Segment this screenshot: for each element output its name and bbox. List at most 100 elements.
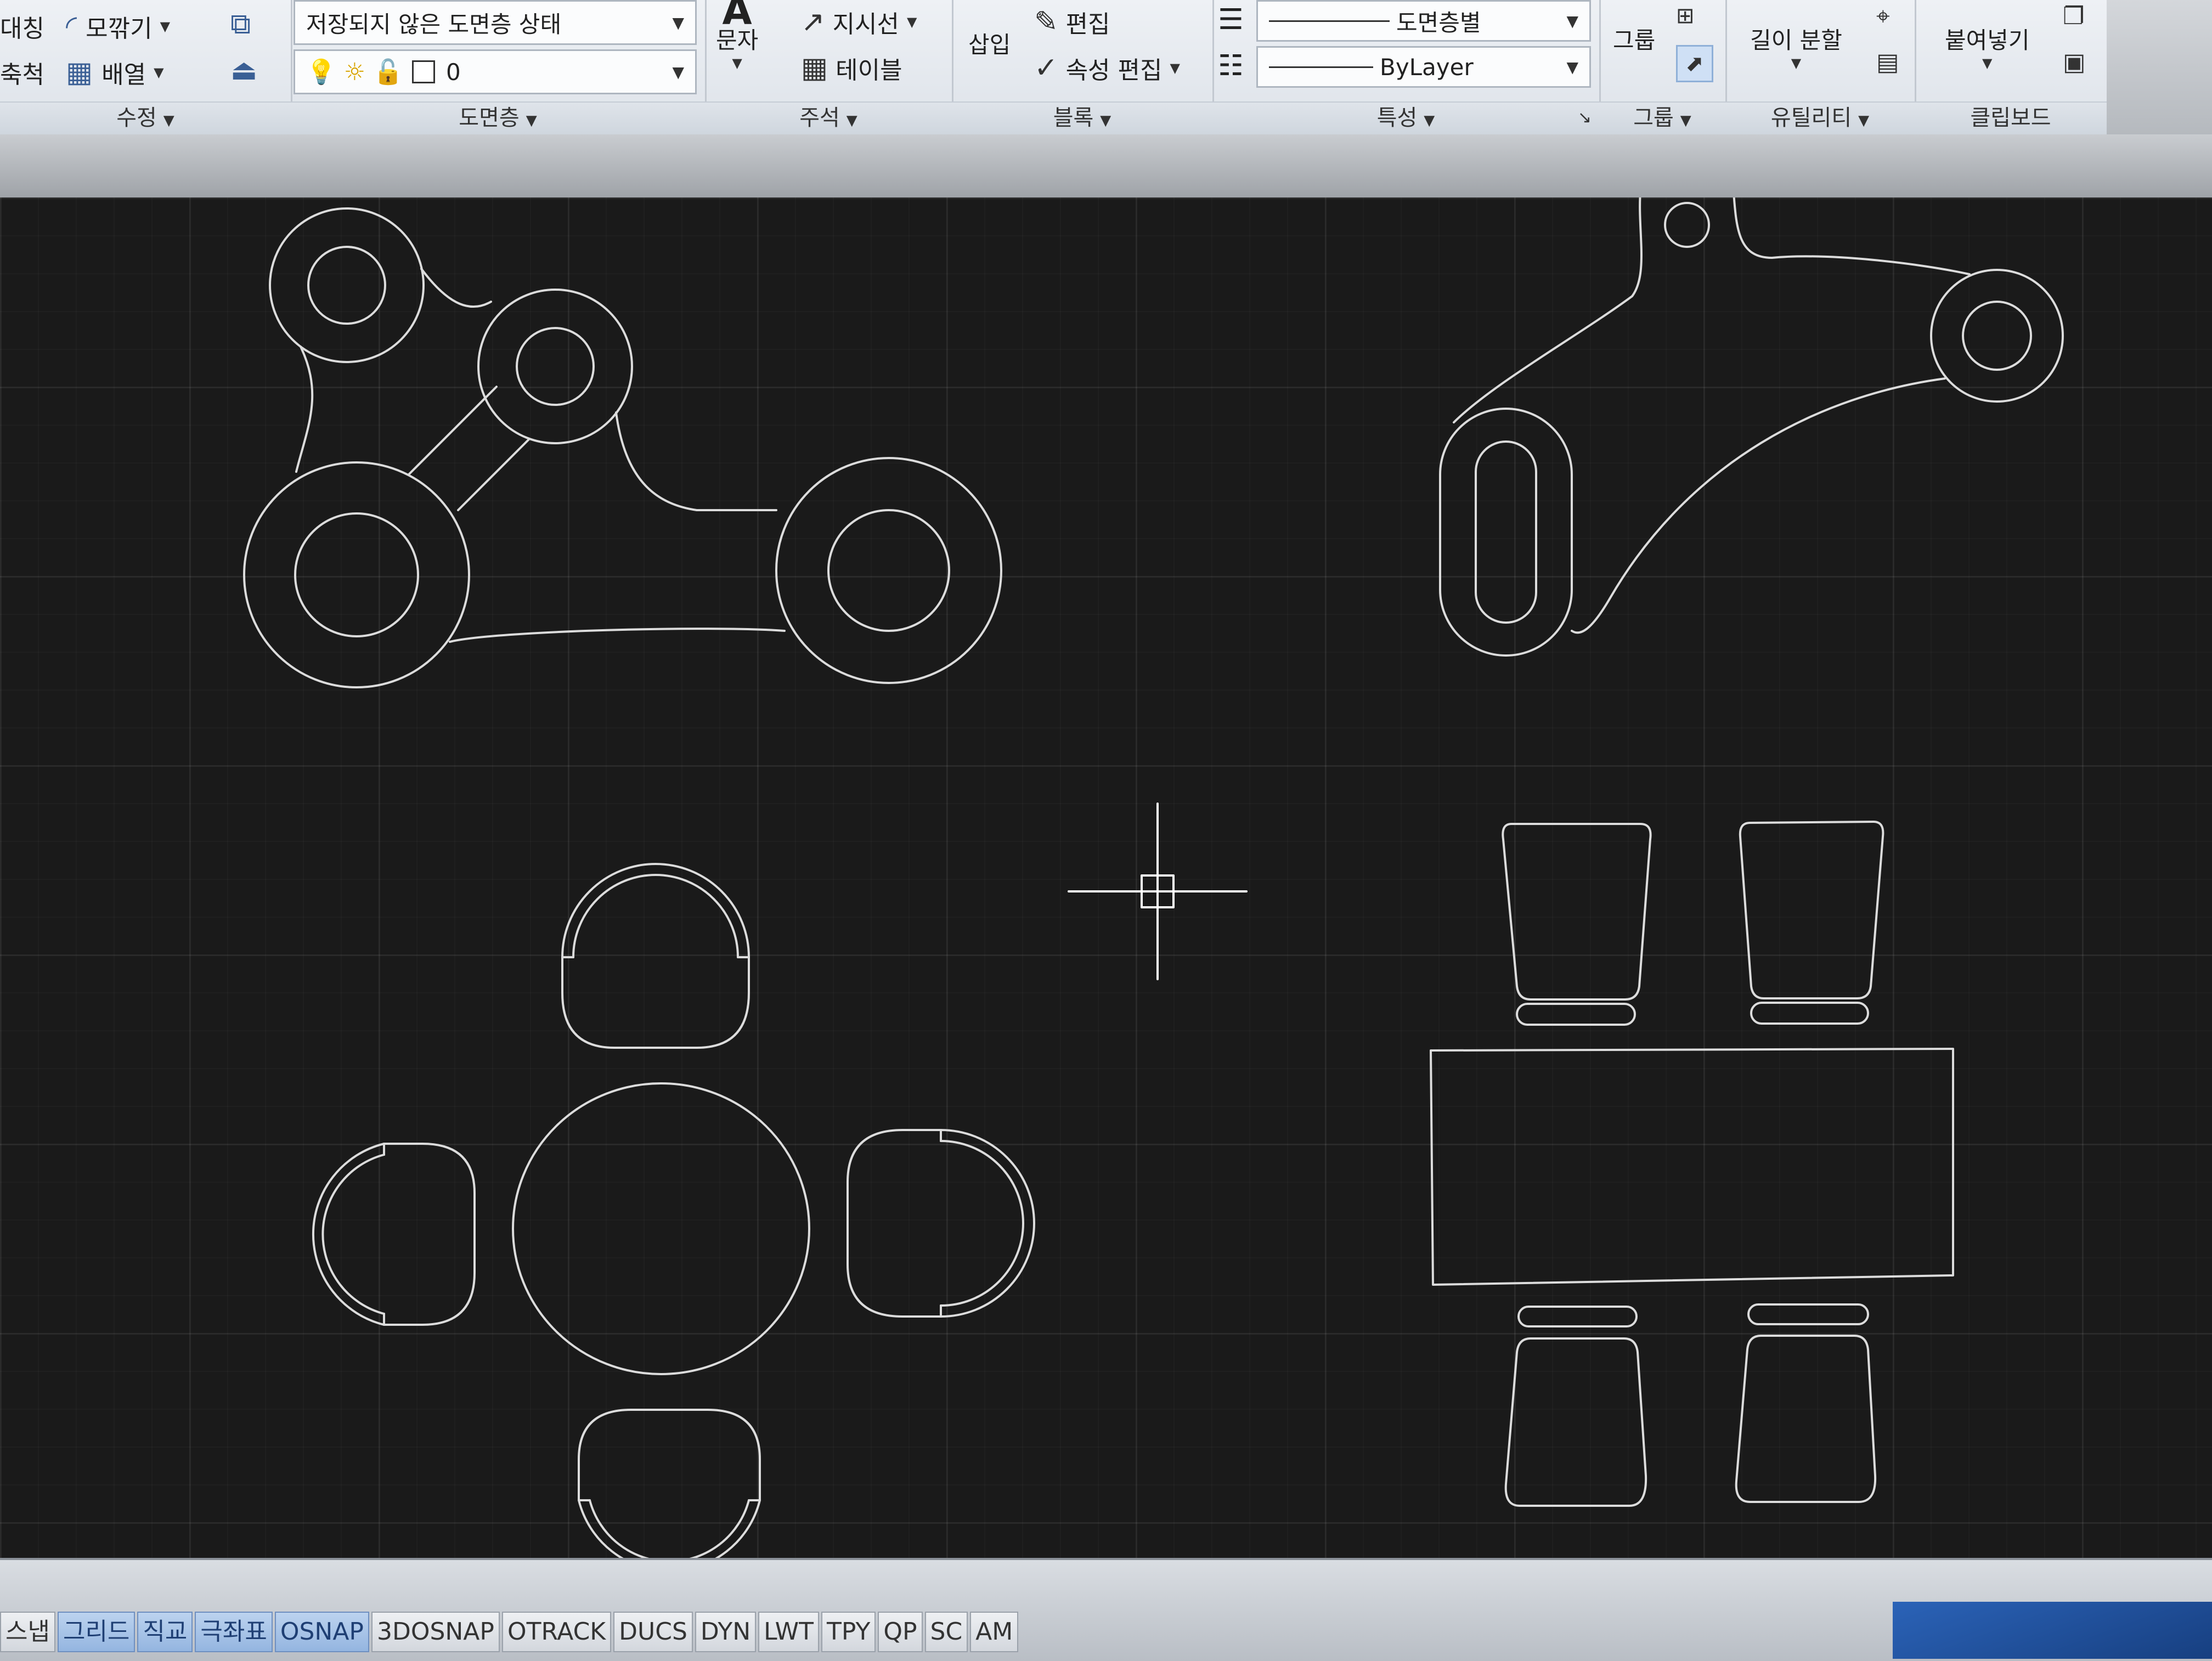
- chair-back: [1516, 1003, 1636, 1026]
- panel-layers: 저장되지 않은 도면층 상태 ▼ 💡 ☼ 🔓 0 ▼ 도면층 ▼: [291, 0, 707, 134]
- arm-small-hole[interactable]: [1664, 202, 1710, 248]
- round-table-set[interactable]: [312, 863, 1035, 1558]
- chair-seat[interactable]: [847, 1129, 1035, 1318]
- chevron-down-icon: ▼: [672, 13, 684, 32]
- chevron-down-icon: ▼: [1170, 60, 1180, 76]
- round-table[interactable]: [512, 1082, 810, 1375]
- status-toggle-스냅[interactable]: 스냅: [0, 1612, 55, 1652]
- chevron-down-icon: ▼: [1566, 58, 1578, 76]
- paste-button[interactable]: 붙여넣기 ▼: [1945, 22, 2030, 71]
- mirror-button[interactable]: 대칭: [0, 9, 44, 44]
- calculator-button[interactable]: ▤: [1876, 48, 1899, 76]
- panel-title-properties[interactable]: 특성 ▼ ↘: [1212, 101, 1599, 134]
- bracket-hole[interactable]: [307, 246, 386, 325]
- status-toggle-직교[interactable]: 직교: [137, 1612, 193, 1652]
- status-toggle-3dosnap[interactable]: 3DOSNAP: [371, 1612, 500, 1652]
- chair-seat[interactable]: [312, 1143, 476, 1326]
- line-preview: [1269, 20, 1390, 22]
- fillet-button[interactable]: ◜ 모깎기 ▼: [66, 9, 170, 44]
- panel-title-layers[interactable]: 도면층 ▼: [291, 101, 705, 134]
- chair-seat[interactable]: [1502, 823, 1652, 1001]
- bracket-boss-outer[interactable]: [243, 461, 470, 688]
- panel-title-block[interactable]: 블록 ▼: [952, 101, 1212, 134]
- layer-combo[interactable]: 💡 ☼ 🔓 0 ▼: [294, 49, 697, 94]
- block-edit-button[interactable]: ✎ 편집: [1034, 4, 1110, 39]
- lineweight-combo[interactable]: 도면층별 ▼: [1256, 0, 1591, 42]
- bracket-hole[interactable]: [294, 512, 419, 637]
- bracket-hole[interactable]: [827, 509, 950, 632]
- leader-button[interactable]: ↗ 지시선 ▼: [801, 4, 917, 39]
- lineweight-icon-button[interactable]: ☰: [1218, 3, 1244, 36]
- status-toggle-그리드[interactable]: 그리드: [57, 1612, 136, 1652]
- bracket-hole[interactable]: [516, 327, 595, 406]
- copy-button[interactable]: ⧉: [230, 8, 251, 41]
- bracket-boss-outer[interactable]: [775, 457, 1002, 684]
- array-icon: ▦: [66, 56, 93, 89]
- panel-clipboard: 붙여넣기 ▼ ❐ ▣ 클립보드: [1915, 0, 2107, 134]
- fillet-icon: ◜: [66, 10, 77, 43]
- quick-select-button[interactable]: ⌖: [1876, 2, 1890, 30]
- arm-slot-boss[interactable]: [1439, 408, 1573, 657]
- rect-table[interactable]: [1430, 1048, 1954, 1286]
- panel-title-label: 주석: [799, 105, 840, 131]
- panel-title-groups[interactable]: 그룹 ▼: [1599, 101, 1725, 134]
- layer-state-combo[interactable]: 저장되지 않은 도면층 상태 ▼: [294, 0, 697, 45]
- drawing-canvas[interactable]: [0, 197, 2212, 1558]
- chair-seat[interactable]: [578, 1409, 761, 1558]
- chair-seat[interactable]: [1504, 1337, 1647, 1507]
- linetype-icon-button[interactable]: ☷: [1218, 49, 1244, 82]
- block-edit-icon: ✎: [1034, 5, 1058, 38]
- measure-button[interactable]: 길이 분할 ▼: [1750, 22, 1842, 71]
- scale-button[interactable]: 축척: [0, 55, 44, 90]
- attr-edit-button[interactable]: ✓ 속성 편집 ▼: [1034, 50, 1180, 86]
- taskbar-edge: [1893, 1602, 2212, 1659]
- line-preview: [1269, 66, 1373, 68]
- table-button[interactable]: ▦ 테이블: [801, 50, 902, 86]
- panel-title-annotation[interactable]: 주석 ▼: [705, 101, 952, 134]
- match-properties-button[interactable]: ▣: [2063, 48, 2086, 76]
- status-toggle-otrack[interactable]: OTRACK: [501, 1612, 612, 1652]
- arm-edge: [1571, 377, 1946, 634]
- chair-seat[interactable]: [1735, 1335, 1877, 1503]
- panel-utilities: 길이 분할 ▼ ⌖ ▤ 유틸리티 ▼: [1725, 0, 1916, 134]
- arm-slot[interactable]: [1475, 440, 1537, 624]
- chair-back: [1747, 1303, 1869, 1325]
- insert-button[interactable]: 삽입: [968, 11, 1011, 60]
- panel-title-clipboard[interactable]: 클립보드: [1915, 101, 2107, 134]
- status-toggle-dyn[interactable]: DYN: [695, 1612, 757, 1652]
- bracket-boss-outer[interactable]: [477, 289, 633, 444]
- text-button[interactable]: A 문자 ▼: [716, 0, 758, 71]
- status-toggle-tpy[interactable]: TPY: [821, 1612, 876, 1652]
- panel-title-modify[interactable]: 수정 ▼: [0, 101, 291, 134]
- group-select-button[interactable]: ⬈: [1676, 45, 1713, 82]
- rect-table-set[interactable]: [1430, 821, 1954, 1507]
- arm-boss-outer[interactable]: [1930, 269, 2064, 403]
- status-toggle-qp[interactable]: QP: [878, 1612, 923, 1652]
- status-toggle-osnap[interactable]: OSNAP: [274, 1612, 369, 1652]
- mirror-label: 대칭: [0, 15, 44, 43]
- bracket-part[interactable]: [243, 207, 1002, 688]
- group-button[interactable]: 그룹: [1613, 22, 1655, 55]
- ungroup-button[interactable]: ⊞: [1676, 3, 1695, 29]
- status-toggle-극좌표[interactable]: 극좌표: [195, 1612, 273, 1652]
- chevron-down-icon[interactable]: ▼: [154, 65, 163, 80]
- linetype-combo[interactable]: ByLayer ▼: [1256, 46, 1591, 88]
- stretch-button[interactable]: ⏏: [230, 54, 257, 87]
- bracket-boss-outer[interactable]: [269, 207, 425, 363]
- panel-title-label: 클립보드: [1970, 105, 2051, 131]
- status-toggle-lwt[interactable]: LWT: [758, 1612, 820, 1652]
- copy-clip-button[interactable]: ❐: [2063, 2, 2084, 30]
- status-toggle-ducs[interactable]: DUCS: [613, 1612, 693, 1652]
- status-toggle-sc[interactable]: SC: [924, 1612, 968, 1652]
- curved-arm-part[interactable]: [1439, 197, 2064, 657]
- text-icon: A: [722, 0, 752, 33]
- array-button[interactable]: ▦ 배열 ▼: [66, 55, 164, 90]
- panel-title-utilities[interactable]: 유틸리티 ▼: [1725, 101, 1915, 134]
- chevron-down-icon[interactable]: ▼: [160, 19, 170, 34]
- arm-hole[interactable]: [1962, 301, 2032, 371]
- chair-seat[interactable]: [561, 863, 750, 1049]
- chair-seat[interactable]: [1739, 821, 1884, 999]
- dialog-launcher-icon[interactable]: ↘: [1578, 103, 1592, 133]
- status-toggle-am[interactable]: AM: [970, 1612, 1019, 1652]
- attr-edit-icon: ✓: [1034, 52, 1058, 84]
